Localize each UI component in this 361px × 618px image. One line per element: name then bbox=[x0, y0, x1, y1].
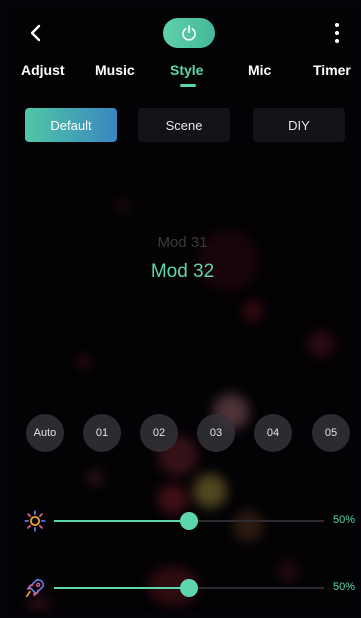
brightness-slider-fill bbox=[54, 520, 189, 522]
segment-scene[interactable]: Scene bbox=[138, 108, 230, 142]
bokeh-light bbox=[193, 474, 227, 508]
app-screen: Adjust Music Style Mic Timer Default Sce… bbox=[8, 6, 357, 612]
mode-picker-previous[interactable]: Mod 31 bbox=[8, 234, 357, 251]
tab-timer[interactable]: Timer bbox=[313, 62, 351, 78]
bokeh-light bbox=[118, 201, 128, 211]
bokeh-light bbox=[243, 301, 263, 321]
power-button[interactable] bbox=[163, 18, 215, 48]
preset-02-button[interactable]: 02 bbox=[140, 414, 178, 452]
sun-icon bbox=[24, 510, 46, 532]
speed-slider-row: 50% bbox=[8, 575, 357, 601]
chevron-left-icon bbox=[30, 24, 41, 42]
bokeh-light bbox=[308, 331, 334, 357]
power-icon bbox=[182, 25, 196, 41]
preset-03-button[interactable]: 03 bbox=[197, 414, 235, 452]
segment-diy[interactable]: DIY bbox=[253, 108, 345, 142]
more-options-button[interactable] bbox=[329, 19, 345, 47]
tab-style[interactable]: Style bbox=[170, 62, 203, 78]
speed-slider[interactable] bbox=[54, 579, 324, 597]
brightness-value: 50% bbox=[333, 514, 356, 526]
bokeh-light bbox=[88, 471, 102, 485]
brightness-slider-thumb[interactable] bbox=[180, 512, 198, 530]
preset-05-button[interactable]: 05 bbox=[312, 414, 350, 452]
brightness-slider-row: 50% bbox=[8, 508, 357, 534]
tab-adjust[interactable]: Adjust bbox=[21, 62, 65, 78]
mode-picker-current[interactable]: Mod 32 bbox=[8, 261, 357, 283]
tab-mic[interactable]: Mic bbox=[248, 62, 271, 78]
brightness-slider[interactable] bbox=[54, 512, 324, 530]
more-vertical-icon bbox=[329, 23, 345, 43]
tab-bar: Adjust Music Style Mic Timer bbox=[8, 62, 357, 92]
preset-04-button[interactable]: 04 bbox=[254, 414, 292, 452]
segment-default[interactable]: Default bbox=[25, 108, 117, 142]
speed-slider-thumb[interactable] bbox=[180, 579, 198, 597]
top-bar bbox=[8, 6, 357, 64]
speed-value: 50% bbox=[333, 581, 356, 593]
preset-01-button[interactable]: 01 bbox=[83, 414, 121, 452]
back-button[interactable] bbox=[24, 21, 48, 45]
rocket-icon bbox=[24, 577, 46, 599]
tab-active-indicator bbox=[180, 84, 196, 87]
speed-slider-fill bbox=[54, 587, 189, 589]
bokeh-light bbox=[78, 356, 90, 368]
preset-row: Auto 01 02 03 04 05 bbox=[8, 414, 357, 452]
tab-music[interactable]: Music bbox=[95, 62, 135, 78]
preset-auto-button[interactable]: Auto bbox=[26, 414, 64, 452]
